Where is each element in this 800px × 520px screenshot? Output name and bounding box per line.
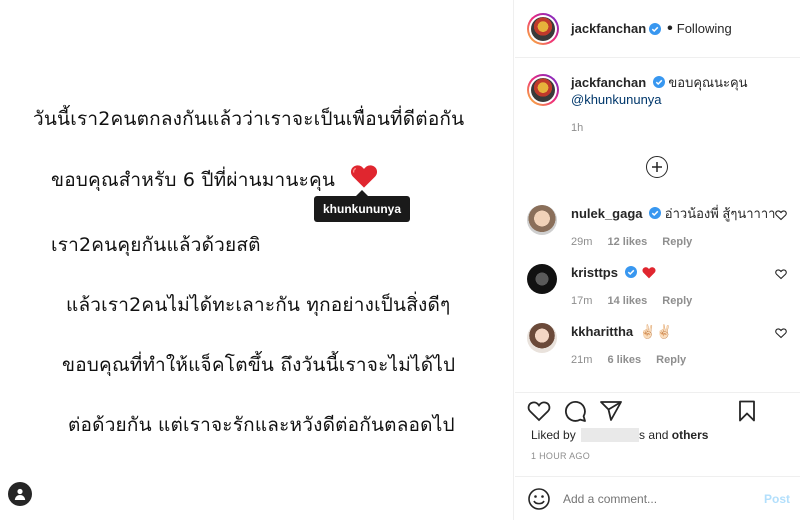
comment-likes[interactable]: 12 likes	[607, 236, 647, 248]
caption-text: ขอบคุณนะคุน	[668, 75, 748, 90]
comment-time[interactable]: 21m	[571, 354, 592, 366]
comment-icon[interactable]	[563, 399, 587, 423]
comment-username[interactable]: kristtps	[571, 265, 618, 280]
heart-icon[interactable]	[775, 268, 787, 280]
liked-by-user-suffix[interactable]: s	[639, 428, 645, 442]
post-text-line-4: แล้วเรา2คนไม่ได้ทะเลาะกัน ทุกอย่างเป็นสิ…	[66, 294, 451, 316]
heart-icon[interactable]	[775, 209, 787, 221]
add-comment-input[interactable]	[563, 492, 764, 506]
post-caption: jackfanchan ขอบคุณนะคุน @khunkununya 1h	[527, 74, 792, 134]
post-header: jackfanchan • Following	[515, 0, 800, 58]
comment-likes[interactable]: 14 likes	[607, 295, 647, 307]
post-actions: Liked by s and others 1 HOUR AGO Post	[515, 392, 800, 520]
comment-item: kkharittha ✌🏻✌🏻 21m 6 likes Reply	[527, 323, 795, 369]
load-more-comments-button[interactable]	[646, 156, 668, 178]
comment-item: nulek_gaga อ่าวน้องพี่ สู้ๆนาาาา 29m 12 …	[527, 205, 795, 251]
author-username[interactable]: jackfanchan	[571, 21, 646, 36]
caption-username[interactable]: jackfanchan	[571, 75, 646, 90]
commenter-avatar[interactable]	[527, 264, 557, 294]
post-text-line-5: ขอบคุณที่ทำให้แจ็คโตขึ้น ถึงวันนี้เราจะไ…	[62, 354, 456, 376]
verified-icon	[649, 207, 662, 219]
post-text-line-6: ต่อด้วยกัน แต่เราจะรักและหวังดีต่อกันตลอ…	[68, 414, 455, 436]
comment-text: อ่าวน้องพี่ สู้ๆนาาาา	[664, 206, 776, 221]
comment-likes[interactable]: 6 likes	[607, 354, 641, 366]
blurred-username	[581, 428, 640, 442]
post-text-line-1: วันนี้เรา2คนตกลงกันแล้วว่าเราจะเป็นเพื่อ…	[33, 108, 465, 130]
comment-text: ✌🏻✌🏻	[639, 324, 673, 339]
post-time-ago[interactable]: 1 HOUR AGO	[531, 451, 590, 461]
red-heart-emoji-icon	[350, 165, 378, 188]
action-icons-row	[527, 399, 792, 429]
add-circle-icon	[652, 162, 662, 172]
post-text-line-3: เรา2คนคุยกันแล้วด้วยสติ	[51, 234, 261, 256]
author-avatar[interactable]	[527, 12, 559, 45]
comment-time[interactable]: 17m	[571, 295, 592, 307]
liked-by-and: and	[648, 428, 669, 442]
caption-mention-link[interactable]: @khunkununya	[571, 92, 662, 107]
share-icon[interactable]	[599, 399, 623, 423]
heart-icon[interactable]	[775, 327, 787, 339]
comment-reply-button[interactable]: Reply	[656, 354, 686, 366]
bookmark-icon[interactable]	[735, 399, 759, 423]
post-side-panel: jackfanchan • Following jackfanchan ขอบค…	[515, 0, 800, 520]
liked-by-prefix: Liked by	[531, 428, 576, 442]
verified-icon	[624, 266, 637, 278]
caption-timestamp[interactable]: 1h	[571, 122, 792, 134]
verified-icon	[649, 22, 662, 35]
liked-by-others-link[interactable]: others	[672, 428, 709, 442]
commenter-avatar[interactable]	[527, 323, 557, 353]
header-separator: •	[667, 19, 673, 37]
add-comment-bar: Post	[515, 476, 800, 520]
commenter-avatar[interactable]	[527, 205, 557, 235]
comment-username[interactable]: kkharittha	[571, 324, 633, 339]
emoji-icon[interactable]	[527, 487, 551, 511]
liked-by-text: Liked by s and others	[531, 428, 708, 442]
comment-time[interactable]: 29m	[571, 236, 592, 248]
comment-reply-button[interactable]: Reply	[662, 295, 692, 307]
post-comment-button[interactable]: Post	[764, 492, 790, 506]
verified-icon	[652, 76, 665, 88]
following-button[interactable]: Following	[677, 21, 732, 36]
heart-icon[interactable]	[527, 399, 551, 423]
caption-avatar[interactable]	[527, 74, 559, 106]
comment-reply-button[interactable]: Reply	[662, 236, 692, 248]
user-tag-tooltip[interactable]: khunkununya	[314, 190, 411, 222]
comment-username[interactable]: nulek_gaga	[571, 206, 643, 221]
post-image[interactable]: วันนี้เรา2คนตกลงกันแล้วว่าเราจะเป็นเพื่อ…	[0, 0, 514, 520]
red-heart-emoji-icon	[642, 267, 656, 279]
post-text-line-2: ขอบคุณสำหรับ 6 ปีที่ผ่านมานะคุน	[51, 169, 336, 191]
comment-item: kristtps 17m 14 likes Reply	[527, 264, 795, 310]
user-tag-icon[interactable]	[8, 482, 32, 506]
